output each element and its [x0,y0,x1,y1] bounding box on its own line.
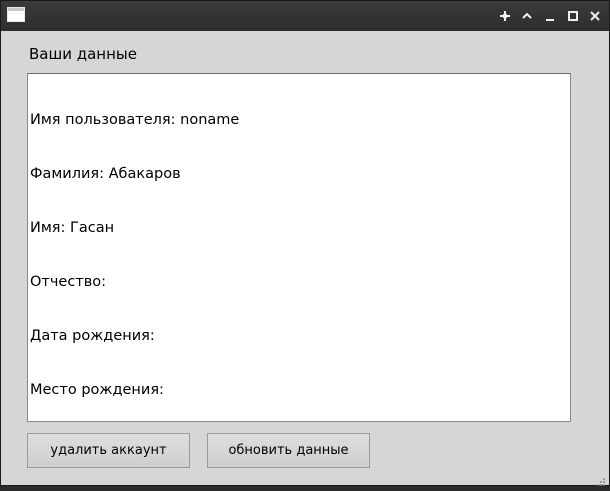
title-bar[interactable] [1,1,609,31]
info-line-surname: Фамилия: Абакаров [30,166,181,182]
resize-grip-icon[interactable] [596,472,606,486]
window-icon[interactable] [7,7,25,22]
minimize-icon[interactable] [542,8,558,24]
delete-account-button[interactable]: удалить аккаунт [27,433,190,468]
info-line-first-name: Имя: Гасан [30,220,115,236]
close-icon[interactable] [587,8,603,24]
page-title: Ваши данные [29,45,137,63]
main-content: Ваши данные Имя пользователя: noname Фам… [1,31,609,486]
update-data-button[interactable]: обновить данные [207,433,370,468]
info-line-patronymic: Отчество: [30,274,107,290]
app-window: Ваши данные Имя пользователя: noname Фам… [0,0,610,486]
info-line-birth-date: Дата рождения: [30,328,155,344]
user-info-text-area[interactable]: Имя пользователя: noname Фамилия: Абакар… [27,73,571,452]
chevron-up-icon[interactable] [519,8,535,24]
maximize-icon[interactable] [565,8,581,24]
info-line-username: Имя пользователя: noname [30,112,240,128]
pin-icon[interactable] [497,8,513,24]
info-line-birth-place: Место рождения: [30,382,164,398]
